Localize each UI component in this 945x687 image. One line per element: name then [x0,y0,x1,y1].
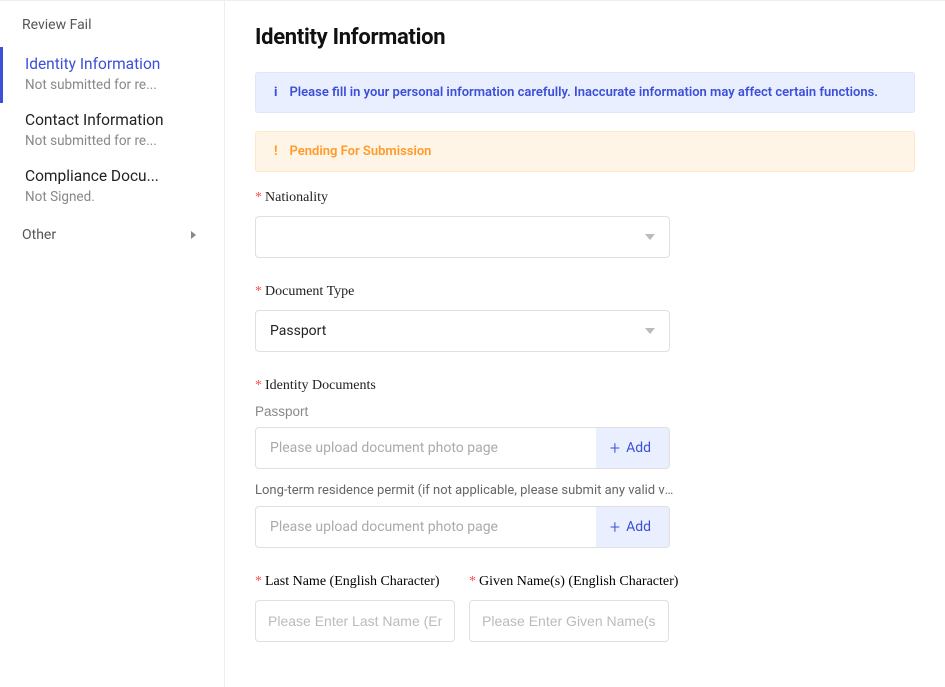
permit-upload-row: Please upload document photo page + Add [255,506,670,548]
alert-warning-text: Pending For Submission [290,144,432,159]
given-name-col: *Given Name(s) (English Character) [469,574,678,642]
field-document-type: *Document Type Passport [255,284,915,352]
sidebar-item-other[interactable]: Other [0,215,224,253]
permit-sub-label: Long-term residence permit (if not appli… [255,483,675,498]
add-label: Add [626,519,651,535]
alert-info: i Please fill in your personal informati… [255,72,915,113]
identity-documents-label: *Identity Documents [255,378,915,394]
warning-icon: ! [274,144,278,159]
sidebar-item-sub: Not submitted for re... [25,77,205,93]
field-nationality: *Nationality [255,190,915,258]
sidebar-header: Review Fail [0,17,224,47]
field-identity-documents: *Identity Documents Passport Please uplo… [255,378,915,548]
sidebar-item-contact[interactable]: Contact Information Not submitted for re… [0,103,224,159]
document-type-label: *Document Type [255,284,915,300]
field-names: *Last Name (English Character) *Given Na… [255,574,915,642]
nationality-label: *Nationality [255,190,915,206]
alert-warning: ! Pending For Submission [255,131,915,172]
last-name-col: *Last Name (English Character) [255,574,455,642]
caret-down-icon [645,234,655,240]
sidebar-item-title: Contact Information [25,111,224,129]
passport-upload-placeholder: Please upload document photo page [270,440,498,456]
passport-upload-row: Please upload document photo page + Add [255,427,670,469]
document-type-value: Passport [270,323,326,339]
sidebar: Review Fail Identity Information Not sub… [0,1,225,687]
chevron-right-icon [191,231,196,239]
permit-add-button[interactable]: + Add [596,507,669,547]
given-name-input[interactable] [469,600,669,642]
last-name-input[interactable] [255,600,455,642]
main-content: Identity Information i Please fill in yo… [225,1,945,687]
sidebar-item-compliance[interactable]: Compliance Docu... Not Signed. [0,159,224,215]
sidebar-item-title: Compliance Docu... [25,167,224,185]
given-name-label: *Given Name(s) (English Character) [469,574,678,590]
sidebar-other-label: Other [22,227,56,243]
plus-icon: + [610,517,620,538]
alert-info-text: Please fill in your personal information… [289,85,878,100]
page-title: Identity Information [255,25,915,50]
passport-sub-label: Passport [255,404,915,419]
caret-down-icon [645,328,655,334]
sidebar-item-sub: Not submitted for re... [25,133,205,149]
sidebar-item-title: Identity Information [25,55,224,73]
document-type-select[interactable]: Passport [255,310,670,352]
permit-upload-placeholder: Please upload document photo page [270,519,498,535]
passport-add-button[interactable]: + Add [596,428,669,468]
sidebar-item-sub: Not Signed. [25,189,205,205]
plus-icon: + [610,438,620,459]
add-label: Add [626,440,651,456]
sidebar-item-identity[interactable]: Identity Information Not submitted for r… [0,47,224,103]
info-icon: i [274,85,277,100]
nationality-select[interactable] [255,216,670,258]
last-name-label: *Last Name (English Character) [255,574,455,590]
